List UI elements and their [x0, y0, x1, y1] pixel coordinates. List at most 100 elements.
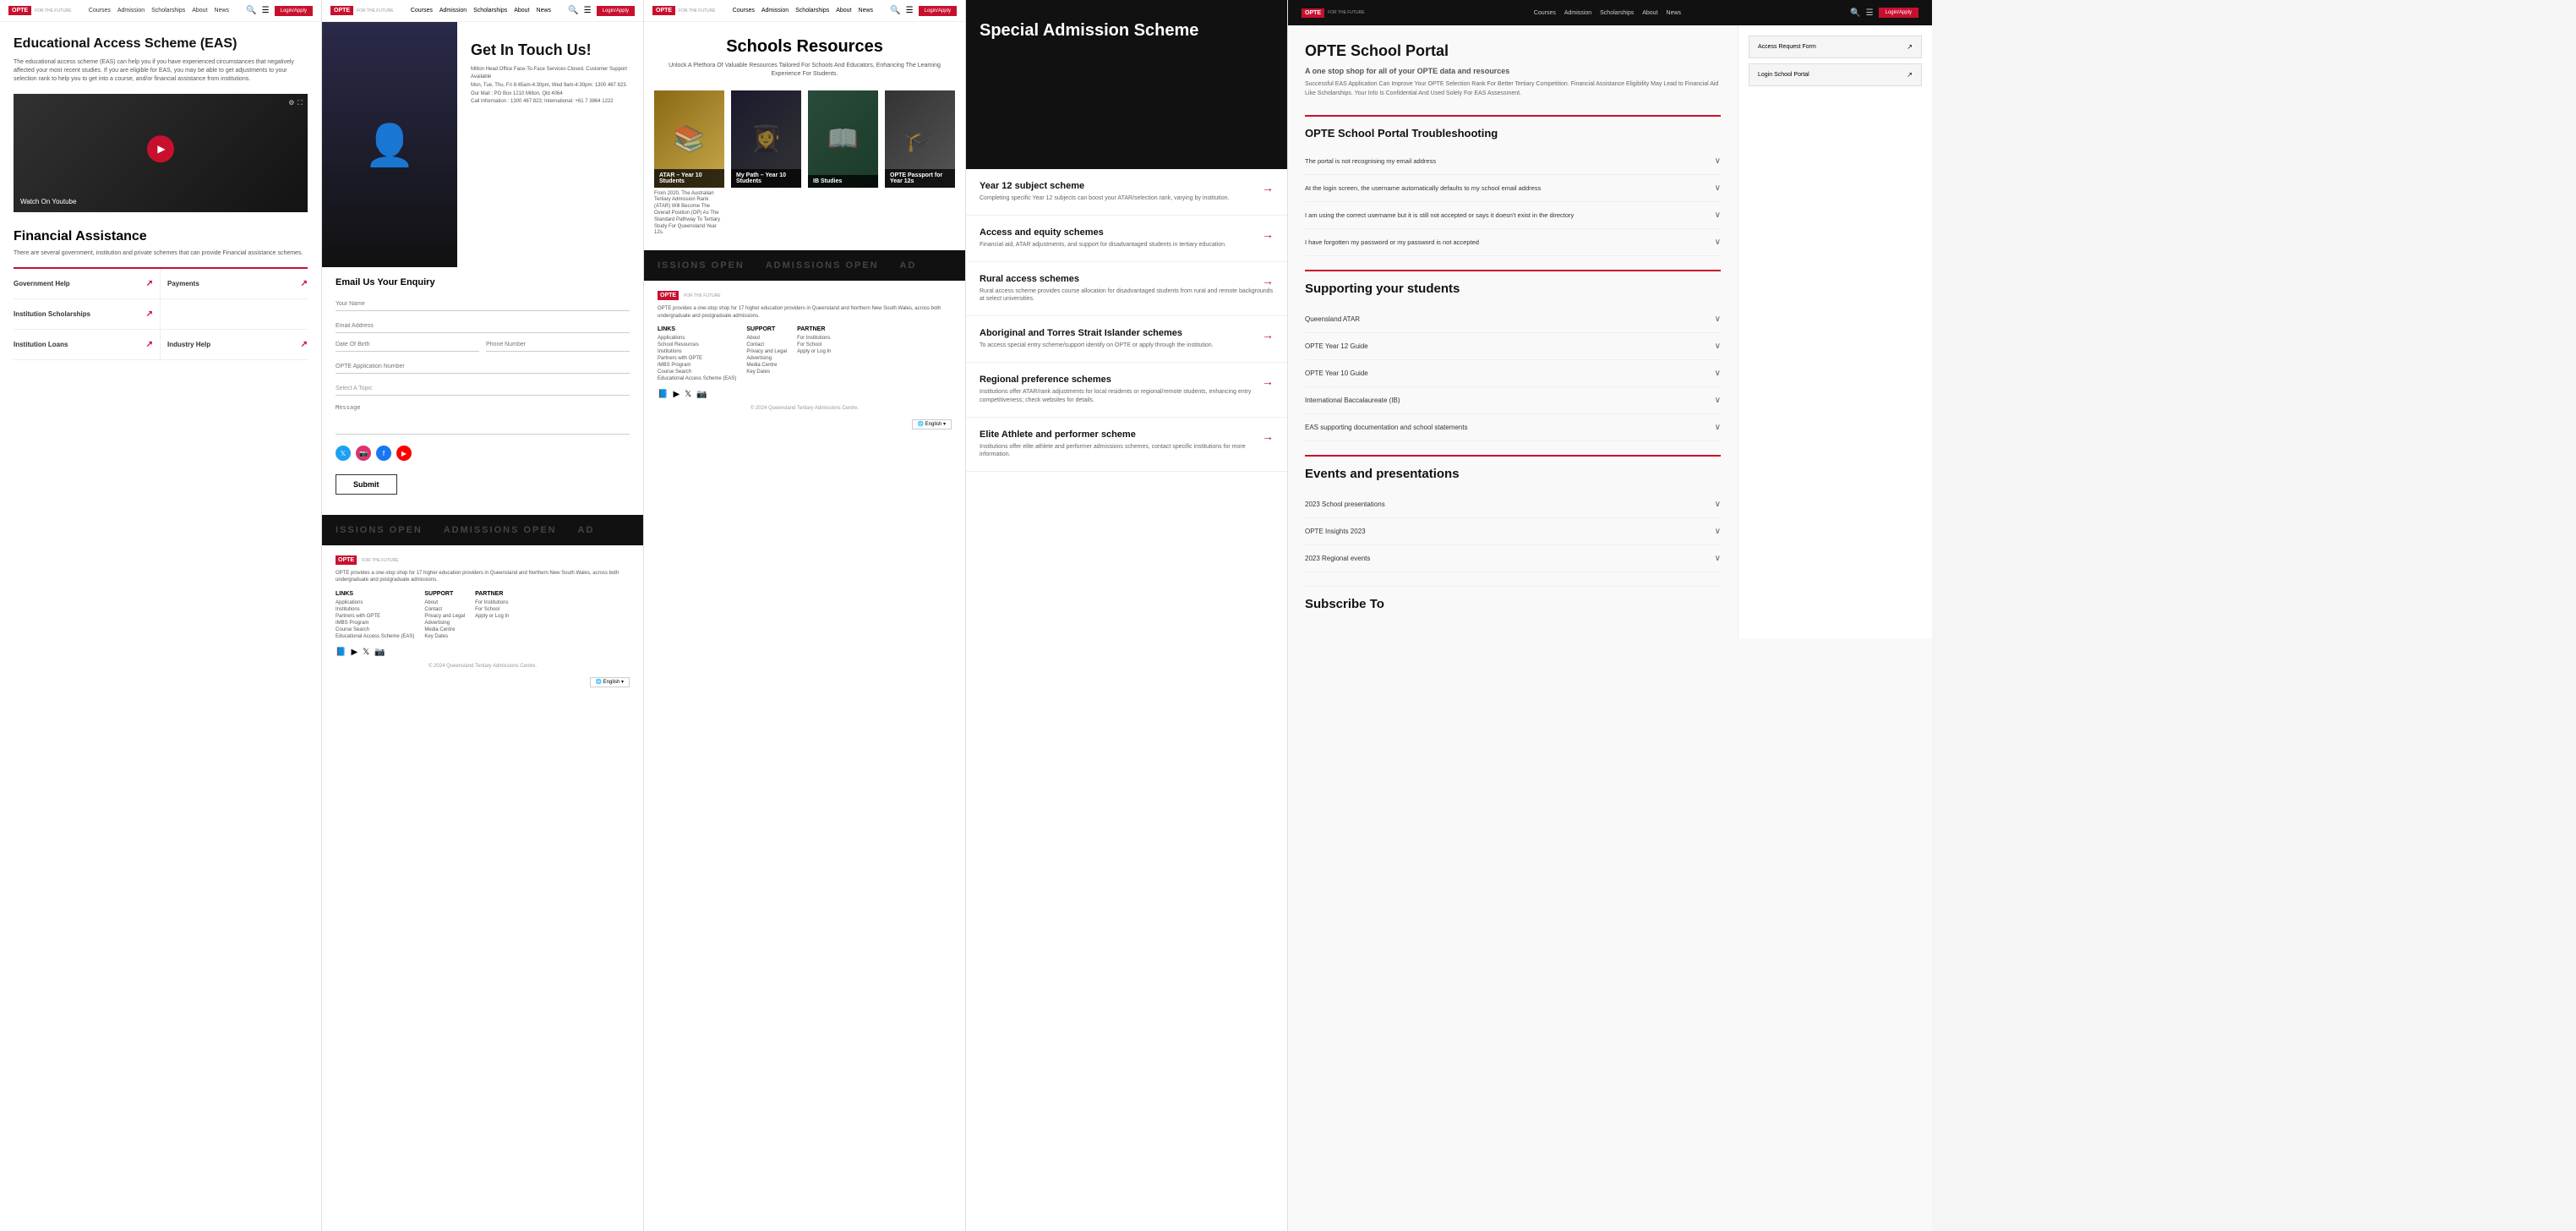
search-icon[interactable]: 🔍 [246, 6, 256, 15]
resource-card-mypath[interactable]: 👩‍🎓 My Path – Year 10 Students [731, 90, 801, 241]
nav-courses[interactable]: Courses [733, 8, 755, 14]
footer-twitter-icon[interactable]: 𝕏 [363, 648, 369, 657]
nav-admission[interactable]: Admission [1564, 10, 1591, 16]
login-button[interactable]: Login/Apply [275, 6, 313, 16]
link-institution-scholarships[interactable]: Institution Scholarships ↗ [14, 299, 161, 330]
footer-facebook-icon[interactable]: 📘 [336, 648, 346, 657]
footer-link[interactable]: Contact [424, 607, 465, 612]
login-button[interactable]: Login/Apply [1879, 8, 1918, 18]
nav-scholarships[interactable]: Scholarships [473, 8, 507, 14]
access-request-button[interactable]: Access Request Form ↗ [1749, 36, 1922, 58]
trouble-item-4[interactable]: I have forgotten my password or my passw… [1305, 229, 1721, 256]
link-payments[interactable]: Payments ↗ [161, 269, 308, 299]
support-item-atar[interactable]: Queensland ATAR ∨ [1305, 306, 1721, 333]
nav-news[interactable]: News [215, 8, 230, 14]
message-textarea[interactable] [336, 401, 630, 435]
submit-button[interactable]: Submit [336, 474, 397, 495]
footer-link[interactable]: Course Search [658, 369, 736, 375]
link-government-help[interactable]: Government Help ↗ [14, 269, 161, 299]
footer-link[interactable]: For Institutions [475, 600, 509, 605]
footer-link[interactable]: Apply or Log In [475, 614, 509, 619]
twitter-icon[interactable]: 𝕏 [336, 446, 351, 461]
footer-link[interactable]: Media Centre [424, 627, 465, 632]
trouble-item-2[interactable]: At the login screen, the username automa… [1305, 175, 1721, 202]
footer-link[interactable]: Course Search [336, 627, 414, 632]
footer-link[interactable]: IMBS Program [658, 363, 736, 368]
play-button[interactable]: ▶ [147, 135, 174, 162]
scheme-item-indigenous[interactable]: Aboriginal and Torres Strait Islander sc… [966, 316, 1287, 363]
footer-link[interactable]: Apply or Log In [797, 349, 831, 354]
footer-link[interactable]: Key Dates [746, 369, 787, 375]
language-selector[interactable]: 🌐 English ▾ [658, 414, 952, 429]
nav-news[interactable]: News [859, 8, 874, 14]
login-button[interactable]: Login/Apply [919, 6, 957, 16]
footer-facebook-icon[interactable]: 📘 [658, 390, 668, 399]
nav-about[interactable]: About [192, 8, 207, 14]
scheme-item-rural[interactable]: Rural access schemes → Rural access sche… [966, 262, 1287, 317]
footer-link[interactable]: Educational Access Scheme (EAS) [658, 376, 736, 381]
footer-link[interactable]: Applications [336, 600, 414, 605]
support-item-eas[interactable]: EAS supporting documentation and school … [1305, 414, 1721, 441]
topic-select[interactable]: Select A Topic [336, 382, 630, 396]
nav-admission[interactable]: Admission [761, 8, 789, 14]
link-industry-help[interactable]: Industry Help ↗ [161, 330, 308, 360]
language-selector[interactable]: 🌐 English ▾ [336, 672, 630, 687]
footer-link[interactable]: Partners with OPTE [658, 356, 736, 361]
instagram-icon[interactable]: 📷 [356, 446, 371, 461]
trouble-item-1[interactable]: The portal is not recognising my email a… [1305, 148, 1721, 175]
support-item-yr10[interactable]: OPTE Year 10 Guide ∨ [1305, 360, 1721, 387]
footer-instagram-icon[interactable]: 📷 [374, 648, 385, 657]
footer-youtube-icon[interactable]: ▶ [673, 390, 679, 399]
search-icon[interactable]: 🔍 [568, 6, 578, 15]
nav-admission[interactable]: Admission [117, 8, 145, 14]
menu-icon[interactable]: ☰ [584, 6, 592, 15]
footer-link[interactable]: For Institutions [797, 336, 831, 341]
nav-scholarships[interactable]: Scholarships [795, 8, 829, 14]
menu-icon[interactable]: ☰ [1866, 8, 1874, 18]
nav-about[interactable]: About [514, 8, 529, 14]
footer-link[interactable]: Key Dates [424, 634, 465, 639]
scheme-item-access[interactable]: Access and equity schemes → Financial ai… [966, 216, 1287, 262]
footer-link[interactable]: Educational Access Scheme (EAS) [336, 634, 414, 639]
footer-link[interactable]: IMBS Program [336, 621, 414, 626]
login-button[interactable]: Login/Apply [597, 6, 635, 16]
resource-card-ib[interactable]: 📖 IB Studies [808, 90, 878, 241]
facebook-icon[interactable]: f [376, 446, 391, 461]
footer-link[interactable]: For School [797, 342, 831, 347]
footer-link[interactable]: Privacy and Legal [746, 349, 787, 354]
scheme-item-year12[interactable]: Year 12 subject scheme → Completing spec… [966, 169, 1287, 216]
footer-link[interactable]: Institutions [336, 607, 414, 612]
footer-link[interactable]: Applications [658, 336, 736, 341]
nav-admission[interactable]: Admission [439, 8, 467, 14]
footer-link[interactable]: School Resources [658, 342, 736, 347]
event-item-2023-school[interactable]: 2023 School presentations ∨ [1305, 491, 1721, 518]
resource-card-atar[interactable]: 📚 ATAR – Year 10 Students From 2020, The… [654, 90, 724, 241]
nav-about[interactable]: About [836, 8, 851, 14]
footer-link[interactable]: Partners with OPTE [336, 614, 414, 619]
footer-link[interactable]: Privacy and Legal [424, 614, 465, 619]
nav-scholarships[interactable]: Scholarships [1600, 10, 1634, 16]
link-institution-loans[interactable]: Institution Loans ↗ [14, 330, 161, 360]
footer-youtube-icon[interactable]: ▶ [351, 648, 357, 657]
video-container[interactable]: ▶ Watch On Youtube ⚙ ⛶ [14, 94, 308, 212]
scheme-item-athlete[interactable]: Elite Athlete and performer scheme → Ins… [966, 418, 1287, 473]
nav-courses[interactable]: Courses [89, 8, 111, 14]
app-number-input[interactable] [336, 360, 630, 374]
menu-icon[interactable]: ☰ [262, 6, 270, 15]
nav-about[interactable]: About [1642, 10, 1657, 16]
email-input[interactable] [336, 320, 630, 333]
footer-link[interactable]: For School [475, 607, 509, 612]
dob-input[interactable] [336, 338, 479, 352]
footer-link[interactable]: Advertising [746, 356, 787, 361]
event-item-regional[interactable]: 2023 Regional events ∨ [1305, 545, 1721, 572]
footer-instagram-icon[interactable]: 📷 [696, 390, 707, 399]
footer-twitter-icon[interactable]: 𝕏 [685, 390, 691, 399]
support-item-ib[interactable]: International Baccalaureate (IB) ∨ [1305, 387, 1721, 414]
name-input[interactable] [336, 298, 630, 311]
phone-input[interactable] [486, 338, 630, 352]
footer-link[interactable]: Media Centre [746, 363, 787, 368]
trouble-item-3[interactable]: I am using the correct username but it i… [1305, 202, 1721, 229]
nav-news[interactable]: News [1667, 10, 1682, 16]
footer-link[interactable]: Advertising [424, 621, 465, 626]
nav-scholarships[interactable]: Scholarships [151, 8, 185, 14]
